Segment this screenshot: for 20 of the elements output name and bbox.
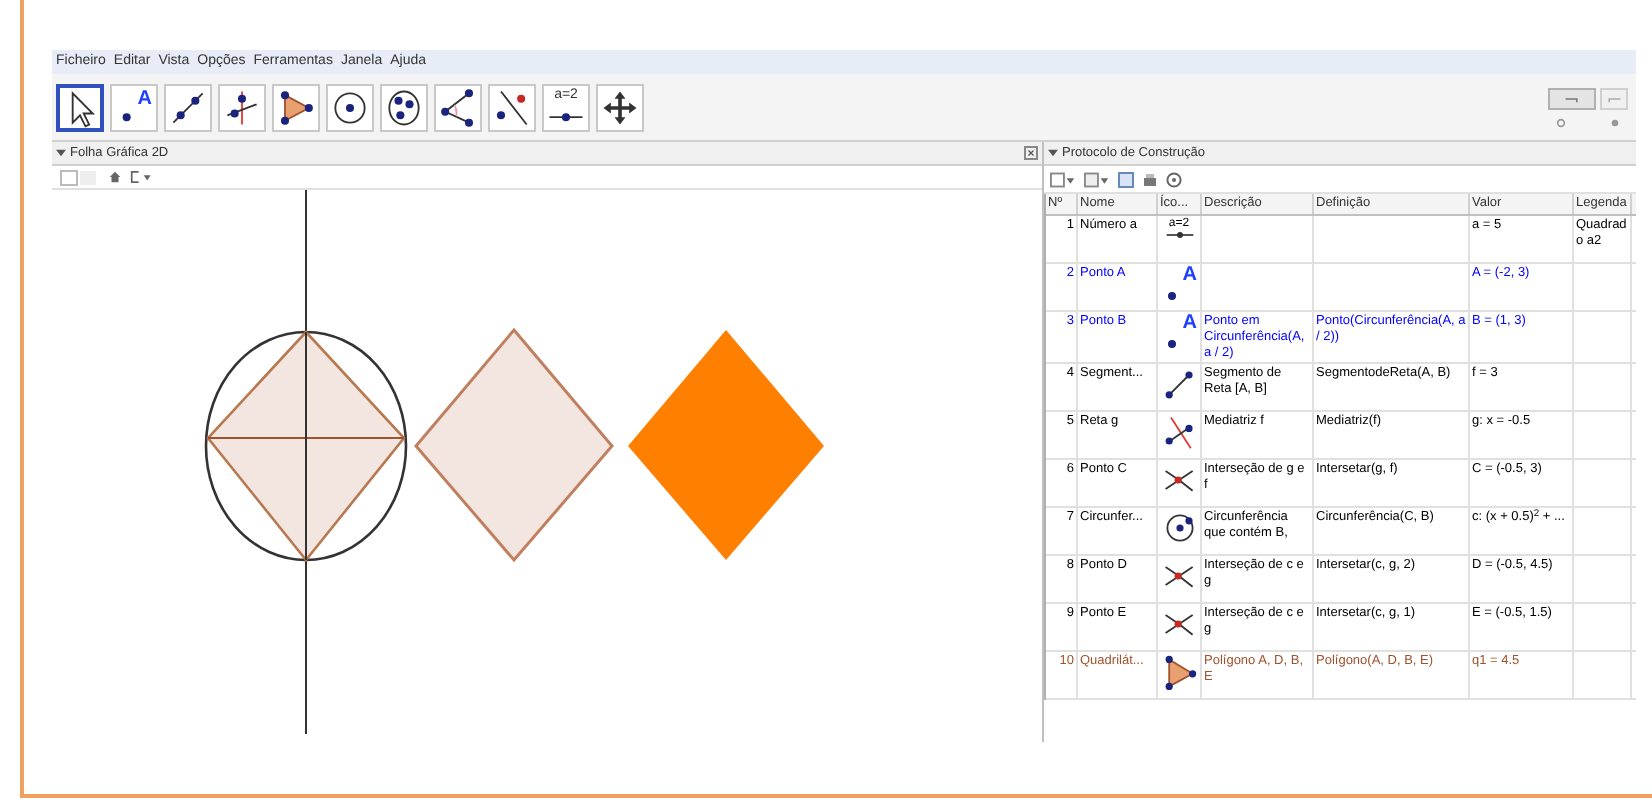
print-icon[interactable] [1142, 171, 1158, 187]
undo-button[interactable] [1548, 87, 1596, 109]
help-icon[interactable] [1166, 171, 1182, 187]
collapse-icon[interactable] [1048, 148, 1058, 158]
undo-icon [1564, 93, 1580, 103]
ellipse-icon [382, 85, 426, 129]
axes-menu-icon[interactable] [130, 170, 154, 184]
export-icon[interactable] [1118, 171, 1134, 187]
tool-button[interactable]: A [110, 83, 158, 131]
triangle-icon [1161, 654, 1197, 690]
collapse-icon[interactable] [56, 148, 66, 158]
segment-icon [1161, 366, 1197, 402]
options-menu-icon[interactable] [1084, 171, 1110, 187]
home-icon[interactable] [108, 170, 122, 184]
redo-icon [1606, 93, 1622, 103]
circle-icon [1161, 510, 1197, 546]
tool-button[interactable] [56, 83, 104, 131]
columns-menu-icon[interactable] [1050, 171, 1076, 187]
perpendicular-icon [1161, 414, 1197, 450]
close-icon[interactable] [1024, 146, 1038, 160]
